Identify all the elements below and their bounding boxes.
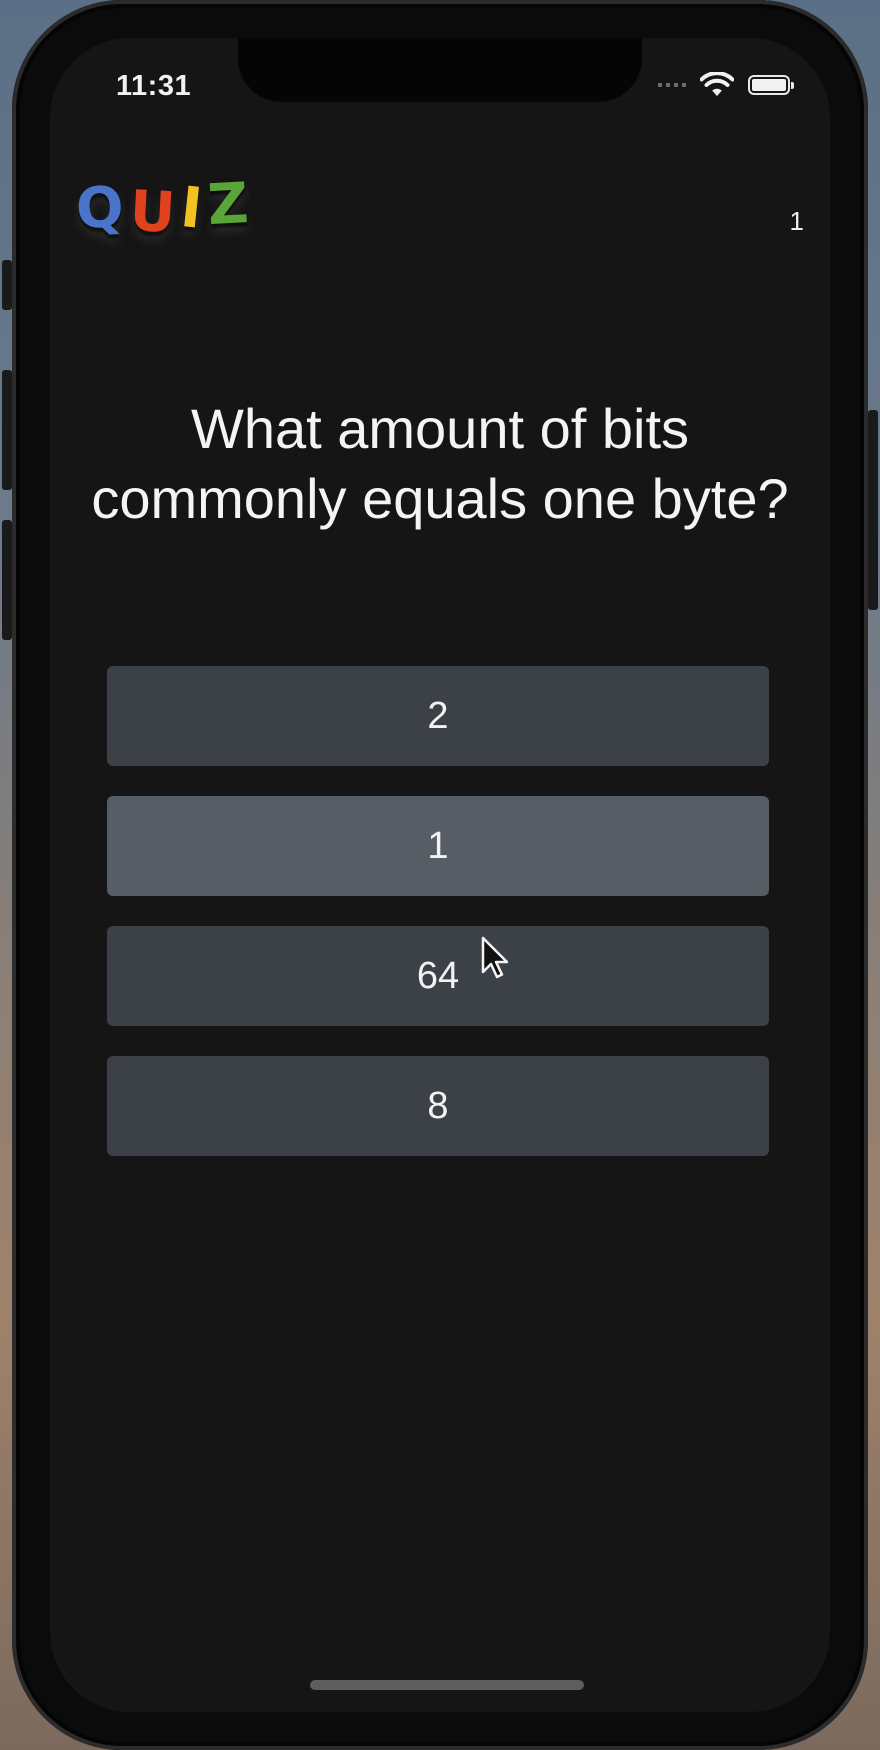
answer-button-1[interactable]: 2 <box>107 666 769 766</box>
cellular-signal-icon <box>658 83 686 87</box>
battery-icon <box>748 75 794 95</box>
mouse-cursor-icon <box>481 936 509 979</box>
side-button-left-3 <box>2 520 12 640</box>
quiz-logo: Q U I Z <box>73 171 252 246</box>
phone-frame: 11:31 Q U I Z 1 What amount of bits comm… <box>12 0 868 1750</box>
side-button-right <box>868 410 878 610</box>
status-time: 11:31 <box>116 70 192 102</box>
logo-letter-i: I <box>177 174 208 243</box>
answer-list: 2 1 64 8 <box>107 666 769 1156</box>
answer-button-4[interactable]: 8 <box>107 1056 769 1156</box>
answer-button-2[interactable]: 1 <box>107 796 769 896</box>
app-screen: 11:31 Q U I Z 1 What amount of bits comm… <box>50 38 830 1712</box>
logo-letter-z: Z <box>206 170 253 239</box>
score-label: 1 <box>789 206 804 236</box>
wifi-icon <box>700 72 734 96</box>
home-indicator[interactable] <box>310 1680 584 1690</box>
logo-letter-q: Q <box>73 174 128 243</box>
side-button-left-2 <box>2 370 12 490</box>
status-icons <box>658 72 794 98</box>
answer-button-3[interactable]: 64 <box>107 926 769 1026</box>
notch <box>238 38 642 102</box>
question-text: What amount of bits commonly equals one … <box>91 397 789 530</box>
logo-letter-u: U <box>127 178 179 247</box>
side-button-left-1 <box>2 260 12 310</box>
